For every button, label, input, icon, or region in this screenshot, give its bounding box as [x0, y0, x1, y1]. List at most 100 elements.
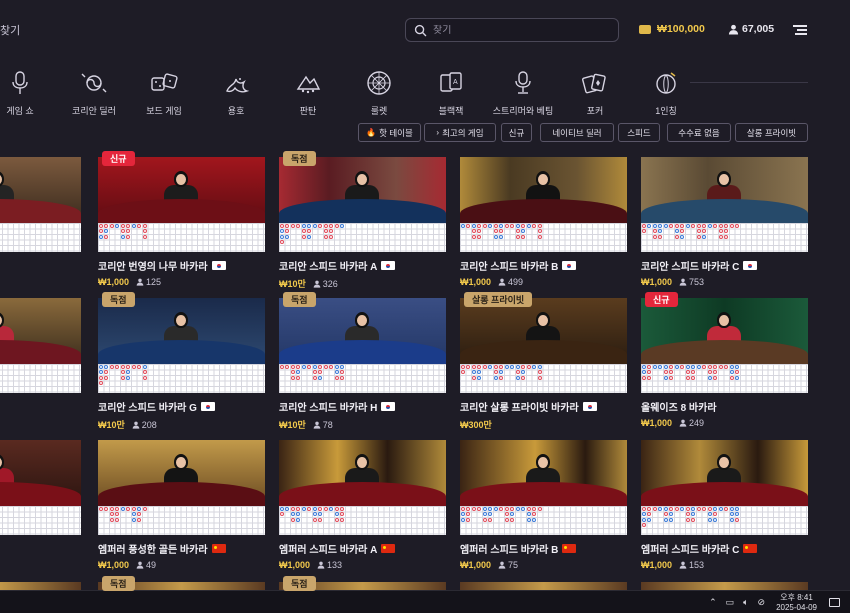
- hamburger-menu-icon[interactable]: [793, 25, 807, 35]
- road-bead: [340, 223, 345, 228]
- road-bead: [466, 223, 471, 228]
- filter-chip[interactable]: 수수료 없음: [667, 123, 731, 142]
- min-bet: ₩1,000: [641, 418, 673, 428]
- road-bead: [126, 370, 131, 375]
- road-bead: [493, 370, 498, 375]
- search-box[interactable]: [405, 18, 619, 42]
- road-bead: [729, 375, 734, 380]
- road-bead: [499, 234, 504, 239]
- korea-flag-icon: [211, 261, 226, 270]
- chevron-up-icon[interactable]: ⌃: [709, 597, 717, 608]
- game-tile[interactable]: 바카라: [0, 157, 81, 273]
- category-roulette[interactable]: 룰렛: [339, 68, 419, 117]
- game-tile[interactable]: 바카라 E: [0, 298, 81, 414]
- category-dragon[interactable]: 용호: [196, 68, 276, 117]
- game-tile[interactable]: 엠퍼러 스피드 바카라 A ₩1,000 133: [279, 440, 446, 570]
- road-bead: [735, 370, 740, 375]
- road-bead: [285, 234, 290, 239]
- volume-icon[interactable]: 🔈︎: [743, 597, 748, 608]
- road-bead: [647, 512, 652, 517]
- road-bead: [104, 223, 109, 228]
- focus-icon[interactable]: ⊘: [758, 597, 766, 608]
- road-bead: [477, 234, 482, 239]
- search-input[interactable]: [433, 24, 603, 36]
- cards-icon: A: [435, 68, 467, 98]
- game-tile[interactable]: 코리안 스피드 바카라 C ₩1,000 753: [641, 157, 808, 287]
- game-tile[interactable]: 엠퍼러 풍성한 골든 바카라 ₩1,000 49: [98, 440, 265, 570]
- network-icon[interactable]: ▭: [726, 597, 735, 608]
- road-bead: [296, 370, 301, 375]
- road-bead: [334, 517, 339, 522]
- road-bead: [713, 375, 718, 380]
- game-tile[interactable]: 코리안 스피드 바카라 B ₩1,000 499: [460, 157, 627, 287]
- road-bead: [713, 506, 718, 511]
- category-poker-cards[interactable]: 포커: [555, 68, 635, 117]
- filter-chip[interactable]: 살롱 프라이빗: [735, 123, 808, 142]
- category-fantan[interactable]: 판탄: [268, 68, 348, 117]
- tile-meta: ₩10만 208: [98, 418, 265, 431]
- road-bead: [120, 364, 125, 369]
- filter-chip[interactable]: 🔥 핫 테이블: [358, 123, 421, 142]
- filter-chip[interactable]: 스피드: [618, 123, 660, 142]
- category-divider: [690, 82, 808, 83]
- live-stream-thumbnail: [98, 440, 265, 506]
- filter-chip[interactable]: › 최고의 게임: [424, 123, 496, 142]
- game-tile[interactable]: 엠퍼러 스피드 바카라 B ₩1,000 75: [460, 440, 627, 570]
- filter-chip[interactable]: 신규: [501, 123, 532, 142]
- category-dice[interactable]: 보드 게임: [124, 68, 204, 117]
- road-bead: [532, 517, 537, 522]
- road-bead: [707, 370, 712, 375]
- category-microphone[interactable]: 게임 쇼: [0, 68, 60, 117]
- game-tile[interactable]: 신규 올웨이즈 8 바카라 ₩1,000 249: [641, 292, 808, 428]
- road-bead: [718, 234, 723, 239]
- road-bead: [702, 234, 707, 239]
- road-bead: [115, 364, 120, 369]
- tile-meta: ₩1,000 133: [279, 560, 446, 570]
- road-bead: [323, 223, 328, 228]
- player-count: 249: [679, 418, 704, 428]
- svg-text:A: A: [453, 79, 458, 86]
- road-bead: [702, 506, 707, 511]
- user-icon: [728, 24, 739, 35]
- tile-badge: 살롱 프라이빗: [464, 292, 533, 307]
- road-bead: [126, 364, 131, 369]
- live-stream-thumbnail: [98, 298, 265, 364]
- category-korea-emblem[interactable]: 코리안 딜러: [54, 68, 134, 117]
- road-bead: [142, 506, 147, 511]
- road-bead: [466, 517, 471, 522]
- filter-chip[interactable]: 네이티브 딜러: [540, 123, 614, 142]
- category-streamer-mic[interactable]: 스트리머와 베팅: [483, 68, 563, 117]
- road-bead: [290, 517, 295, 522]
- korea-flag-icon: [381, 402, 396, 411]
- category-first-person[interactable]: 1인칭: [626, 68, 706, 117]
- road-bead: [663, 517, 668, 522]
- road-bead: [482, 364, 487, 369]
- game-tile[interactable]: 독점 코리안 스피드 바카라 H ₩10만 78: [279, 292, 446, 431]
- road-bead: [318, 512, 323, 517]
- category-cards[interactable]: A 블랙잭: [411, 68, 491, 117]
- game-tile[interactable]: 살롱 프라이빗 코리안 살롱 프라이빗 바카라 ₩300만: [460, 292, 627, 431]
- road-bead: [137, 506, 142, 511]
- game-tile[interactable]: 신규 코리안 번영의 나무 바카라 ₩1,000 125: [98, 151, 265, 287]
- category-label: 코리안 딜러: [72, 106, 116, 116]
- road-bead: [499, 223, 504, 228]
- road-bead: [691, 506, 696, 511]
- game-tile[interactable]: 독점 코리안 스피드 바카라 A ₩10만 326: [279, 151, 446, 290]
- game-tile[interactable]: 엠퍼러 스피드 바카라 C ₩1,000 153: [641, 440, 808, 570]
- road-bead: [510, 364, 515, 369]
- game-tile[interactable]: 독점 코리안 스피드 바카라 G ₩10만 208: [98, 292, 265, 431]
- road-bead: [718, 364, 723, 369]
- road-bead: [142, 223, 147, 228]
- taskbar-clock[interactable]: 오후 8:41 2025-04-09: [776, 593, 817, 613]
- back-link[interactable]: 찾기: [0, 22, 20, 38]
- balance-display[interactable]: ₩100,000: [639, 23, 705, 35]
- notification-icon[interactable]: [829, 598, 840, 607]
- tile-badge: 신규: [645, 292, 678, 307]
- category-label: 판탄: [299, 106, 317, 116]
- china-flag-icon: [381, 544, 396, 553]
- tile-badge: 신규: [102, 151, 135, 166]
- road-bead: [669, 512, 674, 517]
- road-bead: [493, 234, 498, 239]
- road-bead: [301, 229, 306, 234]
- game-tile[interactable]: [0, 440, 81, 535]
